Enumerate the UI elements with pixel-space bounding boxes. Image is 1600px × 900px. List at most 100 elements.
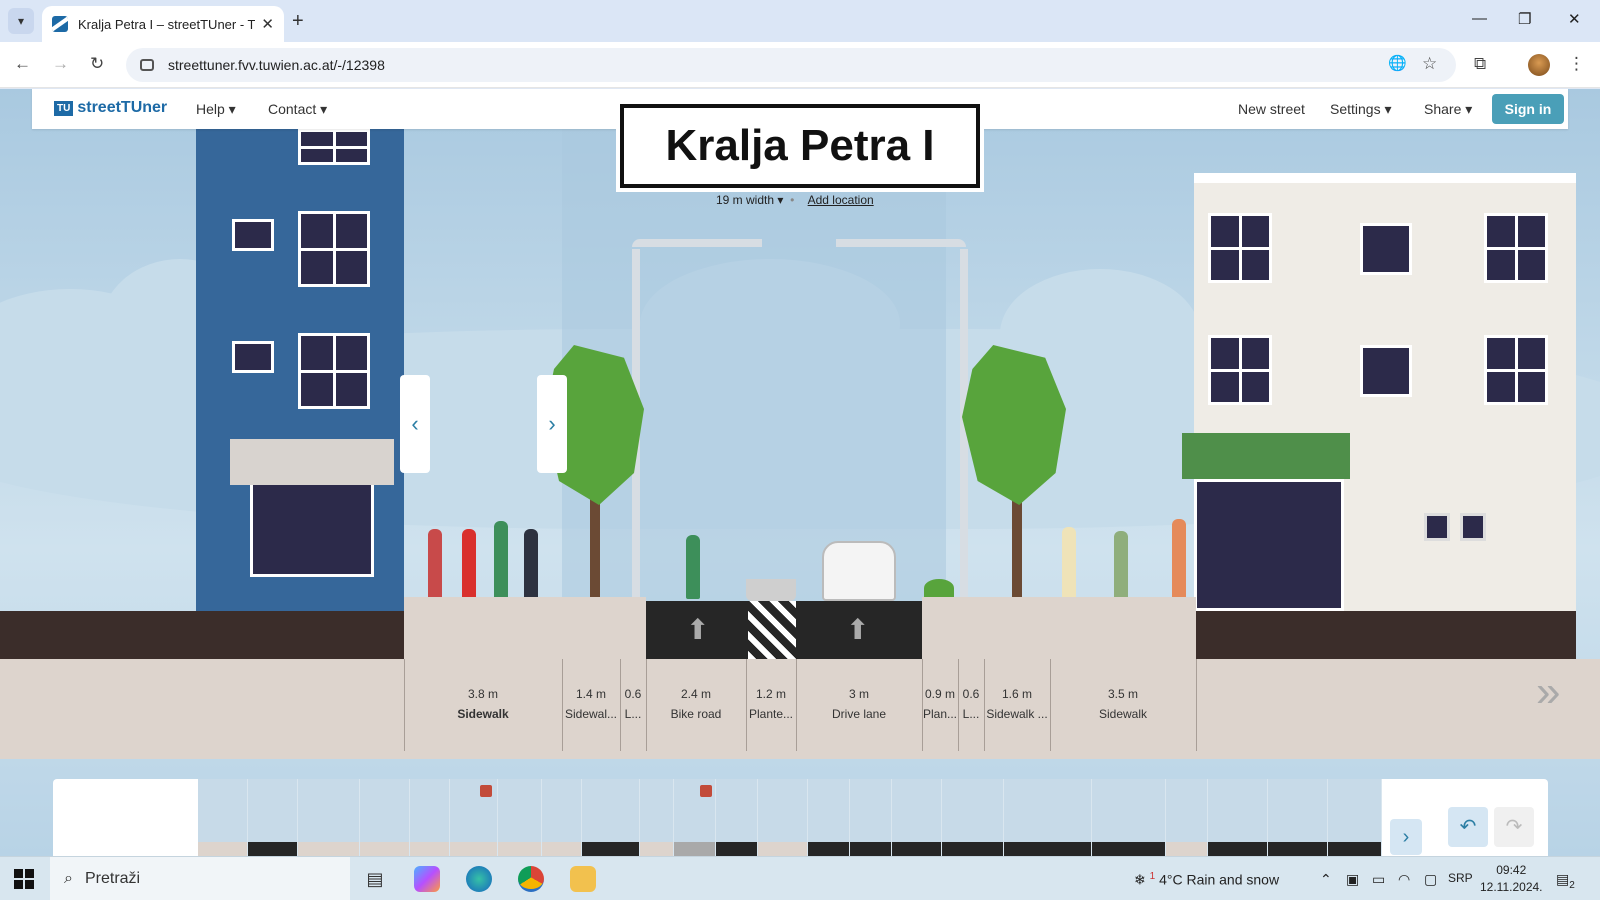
palette-item-transit-stop[interactable] (1166, 779, 1208, 856)
tray-chevron-up-icon[interactable]: ⌃ (1320, 871, 1332, 888)
palette-item-car-lane[interactable] (1328, 779, 1382, 856)
palette-item-kiosk[interactable] (498, 779, 542, 856)
site-info-icon[interactable] (140, 59, 154, 71)
palette-item-tree[interactable] (298, 779, 360, 856)
system-clock[interactable]: 09:42 12.11.2024. (1480, 862, 1543, 896)
add-location-link[interactable]: Add location (808, 193, 874, 207)
windows-taskbar: ⌕ Pretraži ▤ ❄ 1 4°C Rain and snow ⌃ ▣ ▭… (0, 856, 1600, 900)
palette-item-bike-path[interactable] (808, 779, 850, 856)
double-chevron-right-icon[interactable]: » (1536, 667, 1560, 717)
wifi-icon[interactable]: ◠ (1398, 871, 1410, 888)
profile-avatar[interactable] (1528, 54, 1550, 76)
palette-item-car[interactable] (248, 779, 298, 856)
segment-resize-right-handle[interactable]: › (537, 375, 567, 473)
redo-icon: ↷ (1505, 816, 1523, 838)
new-street-link[interactable]: New street (1238, 101, 1305, 117)
weather-widget[interactable]: ❄ 1 4°C Rain and snow (1134, 871, 1279, 889)
left-building (196, 129, 404, 611)
copilot-icon[interactable] (414, 866, 440, 892)
palette-item-cargo-bike[interactable] (942, 779, 1004, 856)
tab-close-icon[interactable]: ✕ (261, 15, 274, 33)
reload-icon[interactable]: ↻ (90, 54, 104, 74)
palette-item-people[interactable] (198, 779, 248, 856)
browser-menu-icon[interactable]: ⋮ (1568, 54, 1585, 74)
window-close-icon[interactable]: ✕ (1568, 10, 1581, 28)
bookmark-star-icon[interactable]: ☆ (1422, 54, 1437, 74)
palette-item-grass[interactable] (640, 779, 674, 856)
edge-browser-icon[interactable] (466, 866, 492, 892)
segment-resize-left-handle[interactable]: ‹ (400, 375, 430, 473)
streettuner-page: TU streetTUner Help ▾ Contact ▾ New stree… (0, 89, 1600, 856)
street-name-sign[interactable]: Kralja Petra I (616, 100, 984, 192)
palette-item-lamp[interactable] (542, 779, 582, 856)
palette-item-bus[interactable] (1004, 779, 1092, 856)
palette-item-taxi[interactable] (1092, 779, 1166, 856)
palette-item-drainage[interactable] (674, 779, 716, 856)
palette-item-turn-lane[interactable] (1268, 779, 1328, 856)
left-awning (230, 439, 394, 485)
palette-item-cafe-table[interactable] (450, 779, 498, 856)
car (822, 541, 896, 601)
menu-share[interactable]: Share ▾ (1424, 101, 1472, 118)
redo-button[interactable]: ↷ (1494, 807, 1534, 847)
forward-icon[interactable]: → (52, 54, 69, 74)
minimize-icon[interactable]: — (1472, 10, 1487, 27)
palette-item-bike-lane[interactable] (758, 779, 808, 856)
restore-icon[interactable]: ❐ (1518, 10, 1531, 28)
tray-device-icon[interactable]: ▣ (1346, 871, 1359, 888)
file-explorer-icon[interactable] (570, 866, 596, 892)
undo-icon: ↶ (1459, 816, 1477, 838)
cyclist (686, 535, 700, 599)
undo-button[interactable]: ↶ (1448, 807, 1488, 847)
battery-icon[interactable]: ▭ (1372, 871, 1385, 888)
palette-item-parking-lane[interactable] (1208, 779, 1268, 856)
chevron-right-icon: › (1402, 826, 1410, 848)
translate-icon[interactable]: 🌐 (1388, 54, 1407, 72)
browser-tab-bar: ▾ Kralja Petra I – streetTUner - TU ✕ + … (0, 0, 1600, 42)
menu-settings[interactable]: Settings ▾ (1330, 101, 1392, 118)
palette-item-pedestrian-crossing[interactable] (716, 779, 758, 856)
tab-title: Kralja Petra I – streetTUner - TU (78, 16, 256, 32)
streettuner-logo[interactable]: TU streetTUner (54, 99, 167, 117)
palette-item-bike-rack[interactable] (360, 779, 410, 856)
segment-palette: › ↶ ↷ (53, 779, 1548, 856)
streettuner-favicon-icon (52, 16, 68, 32)
extensions-icon[interactable]: ⧉ (1474, 54, 1486, 74)
browser-tab[interactable]: Kralja Petra I – streetTUner - TU ✕ (42, 6, 284, 42)
address-bar[interactable]: streettuner.fvv.tuwien.ac.at/-/12398 (126, 48, 1456, 82)
browser-nav-bar: ← → ↻ streettuner.fvv.tuwien.ac.at/-/123… (0, 42, 1600, 88)
planter-buffer (748, 601, 796, 659)
chevron-left-icon: ‹ (411, 411, 419, 436)
weather-alert-badge: 1 (1149, 871, 1156, 882)
right-building (1194, 173, 1576, 611)
drive-lane-arrow-icon: ⬆ (846, 614, 870, 645)
windows-start-icon[interactable] (14, 869, 34, 889)
menu-contact[interactable]: Contact ▾ (268, 101, 327, 118)
tab-search-chevron-icon[interactable]: ▾ (8, 8, 34, 34)
palette-item-shared-path[interactable] (850, 779, 892, 856)
lock-icon (480, 785, 492, 797)
url-text: streettuner.fvv.tuwien.ac.at/-/12398 (168, 57, 385, 73)
notifications-icon[interactable]: ▤2 (1556, 871, 1575, 891)
chrome-browser-icon[interactable] (518, 866, 544, 892)
input-language[interactable]: SRP (1448, 871, 1473, 885)
chevron-right-icon: › (548, 411, 556, 436)
task-view-icon[interactable]: ▤ (362, 866, 388, 892)
weather-snow-icon: ❄ (1134, 871, 1146, 888)
palette-item-drive-lane[interactable] (892, 779, 942, 856)
back-icon[interactable]: ← (14, 54, 31, 74)
palette-item-planter[interactable] (582, 779, 640, 856)
menu-help[interactable]: Help ▾ (196, 101, 236, 118)
palette-next-button[interactable]: › (1390, 819, 1422, 855)
new-tab-icon[interactable]: + (292, 10, 304, 33)
sign-in-button[interactable]: Sign in (1492, 94, 1564, 124)
palette-item-bench[interactable] (410, 779, 450, 856)
planter-box (746, 579, 796, 601)
street-meta: 19 m width ▾ • Add location (716, 193, 874, 207)
street-width-dropdown[interactable]: 19 m width ▾ (716, 193, 783, 207)
notification-count: 2 (1569, 879, 1575, 891)
display-icon[interactable]: ▢ (1424, 871, 1437, 888)
taskbar-search[interactable]: ⌕ Pretraži (50, 857, 350, 900)
search-icon: ⌕ (64, 870, 73, 887)
bike-lane-arrow-icon: ⬆ (686, 614, 710, 645)
